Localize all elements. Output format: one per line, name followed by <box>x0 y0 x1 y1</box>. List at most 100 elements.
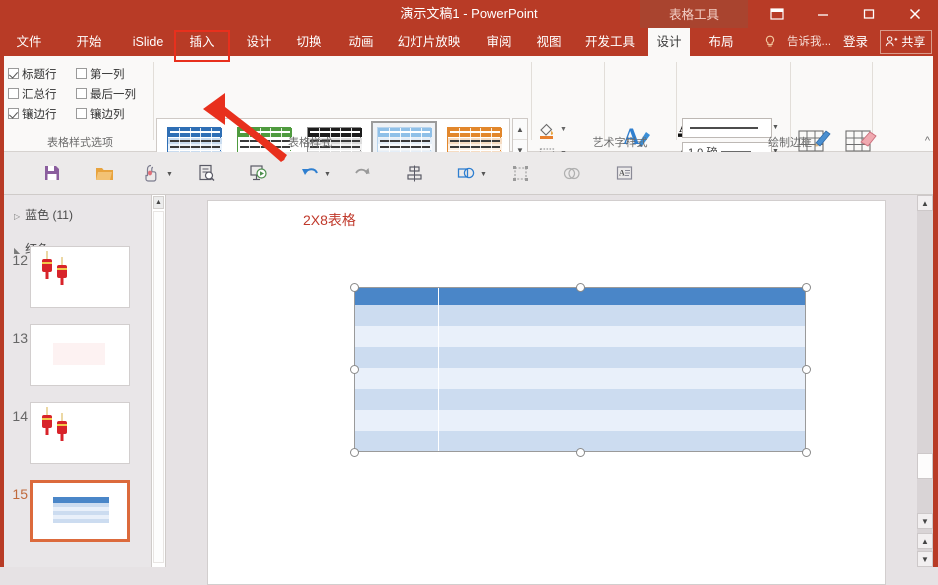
share-button[interactable]: 共享 <box>880 30 932 54</box>
slide-editing-area: 2X8表格 <box>166 195 921 567</box>
merge-icon[interactable] <box>558 160 586 186</box>
sidebar-scroll-up-icon[interactable]: ▲ <box>153 196 164 209</box>
tab-1[interactable]: 开始 <box>68 28 110 56</box>
quick-access-toolbar: ▼ ▼ ▼ A <box>0 152 938 195</box>
ribbon-display-options-icon[interactable] <box>754 0 800 28</box>
preview-header-dash <box>450 131 500 133</box>
slide-thumbnail-14[interactable] <box>30 402 130 464</box>
slide-vertical-scrollbar[interactable]: ▲ ▼ ▲ ▼ <box>917 195 933 567</box>
sidebar-scrollbar[interactable]: ▲ <box>152 195 166 567</box>
tell-me-lightbulb-icon <box>760 32 780 52</box>
table-selection-frame <box>354 287 806 452</box>
table-style-option-5[interactable]: 镶边列 <box>76 106 125 122</box>
resize-handle-se[interactable] <box>802 448 811 457</box>
sidebar-group-label: 蓝色 (11) <box>25 208 73 222</box>
window-border-left <box>0 28 4 567</box>
previous-slide-icon[interactable]: ▲ <box>917 533 933 549</box>
tab-6[interactable]: 动画 <box>340 28 382 56</box>
checkbox-icon[interactable] <box>76 88 87 99</box>
checkbox-icon[interactable] <box>76 108 87 119</box>
undo-icon[interactable] <box>296 160 324 186</box>
resize-handle-ne[interactable] <box>802 283 811 292</box>
close-icon[interactable] <box>892 0 938 28</box>
scroll-thumb[interactable] <box>917 453 933 479</box>
tab-5[interactable]: 切换 <box>288 28 330 56</box>
tab-2[interactable]: iSlide <box>124 28 172 56</box>
gallery-scroll-up-icon[interactable]: ▲ <box>513 119 527 140</box>
checkbox-icon[interactable] <box>8 108 19 119</box>
sidebar-group-0[interactable]: ▷ 蓝色 (11) <box>14 206 73 223</box>
table-style-option-3[interactable]: 最后一列 <box>76 86 136 102</box>
share-label: 共享 <box>901 35 925 49</box>
pen-style-caret-icon[interactable]: ▼ <box>772 124 779 131</box>
redo-icon[interactable] <box>348 160 376 186</box>
format-painter-icon[interactable] <box>138 160 166 186</box>
table-style-option-2[interactable]: 汇总行 <box>8 86 57 102</box>
group-icon[interactable] <box>506 160 534 186</box>
checkbox-icon[interactable] <box>8 88 19 99</box>
tab-12[interactable]: 布局 <box>700 28 742 56</box>
ribbon-group-label-3: 绘制边框 <box>740 134 840 150</box>
table-style-option-1[interactable]: 第一列 <box>76 66 125 82</box>
tab-10[interactable]: 开发工具 <box>578 28 640 56</box>
checkbox-icon[interactable] <box>8 68 19 79</box>
start-show-icon[interactable] <box>244 160 272 186</box>
group-separator <box>531 62 532 140</box>
chevron-right-icon[interactable]: ▷ <box>14 212 20 221</box>
preview-icon[interactable] <box>192 160 220 186</box>
tab-8[interactable]: 审阅 <box>478 28 520 56</box>
resize-handle-n[interactable] <box>576 283 585 292</box>
blank-slide-graphic <box>31 325 127 381</box>
table-style-option-label: 第一列 <box>90 69 125 81</box>
slide-thumbnail-12[interactable] <box>30 246 130 308</box>
shapes-caret-icon[interactable]: ▼ <box>480 171 487 178</box>
resize-handle-s[interactable] <box>576 448 585 457</box>
preview-header-dash <box>310 131 360 133</box>
resize-handle-nw[interactable] <box>350 283 359 292</box>
minimize-icon[interactable] <box>800 0 846 28</box>
resize-handle-sw[interactable] <box>350 448 359 457</box>
open-icon[interactable] <box>90 160 118 186</box>
table-style-option-0[interactable]: 标题行 <box>8 66 57 82</box>
sidebar-scroll-thumb[interactable] <box>153 211 164 563</box>
tab-11[interactable]: 设计 <box>648 28 690 56</box>
scroll-down-icon[interactable]: ▼ <box>917 513 933 529</box>
tab-0[interactable]: 文件 <box>8 28 50 56</box>
preview-dash-line <box>450 140 500 142</box>
resize-handle-e[interactable] <box>802 365 811 374</box>
tell-me-box[interactable]: 告诉我... <box>780 28 838 56</box>
group-separator <box>604 62 605 140</box>
slide-number-13: 13 <box>2 330 28 346</box>
shape-fill-caret-icon[interactable]: ▼ <box>560 126 567 133</box>
ribbon-group-label-1: 表格样式 <box>240 134 380 150</box>
sign-in-button[interactable]: 登录 <box>836 28 875 56</box>
tab-4[interactable]: 设计 <box>238 28 280 56</box>
maximize-icon[interactable] <box>846 0 892 28</box>
format-painter-caret-icon[interactable]: ▼ <box>166 171 173 178</box>
tab-7[interactable]: 幻灯片放映 <box>390 28 468 56</box>
textbox-icon[interactable]: A <box>610 160 638 186</box>
ribbon-group-label-2: 艺术字样式 <box>570 134 670 150</box>
undo-caret-icon[interactable]: ▼ <box>324 171 331 178</box>
shapes-icon[interactable] <box>452 160 480 186</box>
table-style-option-4[interactable]: 镶边行 <box>8 106 57 122</box>
next-slide-icon[interactable]: ▼ <box>917 551 933 567</box>
align-icon[interactable] <box>400 160 428 186</box>
checkbox-icon[interactable] <box>76 68 87 79</box>
ribbon-collapse-chevron-icon[interactable]: ^ <box>925 135 930 147</box>
resize-handle-w[interactable] <box>350 365 359 374</box>
shape-fill-icon[interactable] <box>536 120 558 140</box>
slide-thumbnail-13[interactable] <box>30 324 130 386</box>
tab-9[interactable]: 视图 <box>528 28 570 56</box>
svg-text:A: A <box>619 169 625 178</box>
save-icon[interactable] <box>38 160 66 186</box>
table-style-option-label: 镶边行 <box>22 109 57 121</box>
preview-dash-line <box>380 140 430 142</box>
slide-thumbnail-15[interactable] <box>30 480 130 542</box>
lantern-graphic <box>31 403 127 459</box>
window-border-right <box>933 28 938 567</box>
scroll-up-icon[interactable]: ▲ <box>917 195 933 211</box>
current-slide[interactable]: 2X8表格 <box>207 200 886 585</box>
table-style-option-label: 最后一列 <box>90 89 136 101</box>
group-separator <box>790 62 791 140</box>
